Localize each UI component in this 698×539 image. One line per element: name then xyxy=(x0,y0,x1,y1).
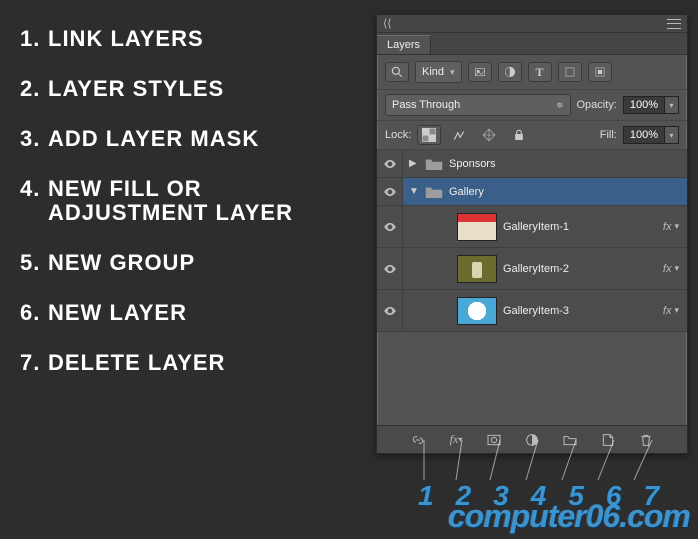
layer-styles-button[interactable]: fx▾ xyxy=(446,430,466,450)
new-layer-button[interactable] xyxy=(598,430,618,450)
fx-badge[interactable]: fx ▾ xyxy=(663,221,679,233)
search-icon[interactable] xyxy=(385,62,409,82)
legend-item: 2.Layer Styles xyxy=(20,78,293,100)
panel-menu-icon[interactable] xyxy=(667,19,681,29)
layer-thumbnail xyxy=(457,213,497,241)
fx-badge[interactable]: fx ▾ xyxy=(663,305,679,317)
layers-panel: ⟨⟨ Layers Kind▾ T Pass Through≑ Opacity:… xyxy=(376,14,688,454)
legend-item: 5.New Group xyxy=(20,252,293,274)
tab-layers[interactable]: Layers xyxy=(377,35,431,54)
panel-bottom-bar: fx▾ xyxy=(377,425,687,453)
layer-name: GalleryItem-2 xyxy=(503,263,569,275)
filter-type-icon[interactable]: T xyxy=(528,62,552,82)
filter-adjust-icon[interactable] xyxy=(498,62,522,82)
callout-number: 2 xyxy=(456,480,472,512)
visibility-toggle[interactable] xyxy=(377,248,403,289)
callout-number: 4 xyxy=(531,480,547,512)
opacity-input[interactable]: 100%▾ xyxy=(623,96,679,114)
legend-item: 7.Delete Layer xyxy=(20,352,293,374)
adjustment-layer-button[interactable] xyxy=(522,430,542,450)
callout-numbers: 1 2 3 4 5 6 7 xyxy=(418,480,698,512)
fill-label: Fill: xyxy=(600,129,617,141)
visibility-toggle[interactable] xyxy=(377,178,403,205)
legend-item: 4.New Fill or xyxy=(20,178,293,200)
callout-number: 1 xyxy=(418,480,434,512)
layer-name: Gallery xyxy=(449,186,484,198)
visibility-toggle[interactable] xyxy=(377,206,403,247)
callout-number: 6 xyxy=(606,480,622,512)
layers-list: ▶ Sponsors ▼ Gallery GalleryItem-1 fx ▾ xyxy=(377,150,687,332)
filter-kind-dropdown[interactable]: Kind▾ xyxy=(415,61,462,83)
folder-icon xyxy=(425,185,443,199)
lock-all-icon[interactable] xyxy=(507,125,531,145)
lock-image-icon[interactable] xyxy=(447,125,471,145)
layer-name: Sponsors xyxy=(449,158,495,170)
layer-item[interactable]: GalleryItem-2 fx ▾ xyxy=(377,248,687,290)
panel-tabs: Layers xyxy=(377,33,687,55)
fx-badge[interactable]: fx ▾ xyxy=(663,263,679,275)
layer-name: GalleryItem-3 xyxy=(503,305,569,317)
legend-item: Adjustment Layer xyxy=(20,202,293,224)
opacity-label: Opacity: xyxy=(577,99,617,111)
disclosure-icon[interactable]: ▶ xyxy=(409,158,419,169)
lock-position-icon[interactable] xyxy=(477,125,501,145)
delete-layer-button[interactable] xyxy=(636,430,656,450)
visibility-toggle[interactable] xyxy=(377,150,403,177)
panel-titlebar: ⟨⟨ xyxy=(377,15,687,33)
visibility-toggle[interactable] xyxy=(377,290,403,331)
lock-label: Lock: xyxy=(385,129,411,141)
layer-name: GalleryItem-1 xyxy=(503,221,569,233)
layer-group-sponsors[interactable]: ▶ Sponsors xyxy=(377,150,687,178)
link-layers-button[interactable] xyxy=(408,430,428,450)
layer-item[interactable]: GalleryItem-3 fx ▾ xyxy=(377,290,687,332)
close-icon[interactable]: ⟨⟨ xyxy=(383,17,392,30)
lock-transparent-icon[interactable] xyxy=(417,125,441,145)
callout-number: 7 xyxy=(643,480,659,512)
legend-item: 6.New Layer xyxy=(20,302,293,324)
legend-item: 3.Add Layer Mask xyxy=(20,128,293,150)
filter-pixel-icon[interactable] xyxy=(468,62,492,82)
legend-list: 1.Link Layers 2.Layer Styles 3.Add Layer… xyxy=(20,28,293,402)
filter-smart-icon[interactable] xyxy=(588,62,612,82)
layer-thumbnail xyxy=(457,255,497,283)
layer-group-gallery[interactable]: ▼ Gallery xyxy=(377,178,687,206)
layer-item[interactable]: GalleryItem-1 fx ▾ xyxy=(377,206,687,248)
filter-shape-icon[interactable] xyxy=(558,62,582,82)
filter-row: Kind▾ T xyxy=(377,55,687,90)
lock-row: Lock: Fill: 100%▾ xyxy=(377,121,687,150)
callout-number: 5 xyxy=(568,480,584,512)
callout-number: 3 xyxy=(493,480,509,512)
add-mask-button[interactable] xyxy=(484,430,504,450)
legend-item: 1.Link Layers xyxy=(20,28,293,50)
fill-input[interactable]: 100%▾ xyxy=(623,126,679,144)
blend-mode-dropdown[interactable]: Pass Through≑ xyxy=(385,94,571,116)
new-group-button[interactable] xyxy=(560,430,580,450)
disclosure-icon[interactable]: ▼ xyxy=(409,186,419,197)
folder-icon xyxy=(425,157,443,171)
blend-row: Pass Through≑ Opacity: 100%▾ xyxy=(377,90,687,121)
layer-thumbnail xyxy=(457,297,497,325)
